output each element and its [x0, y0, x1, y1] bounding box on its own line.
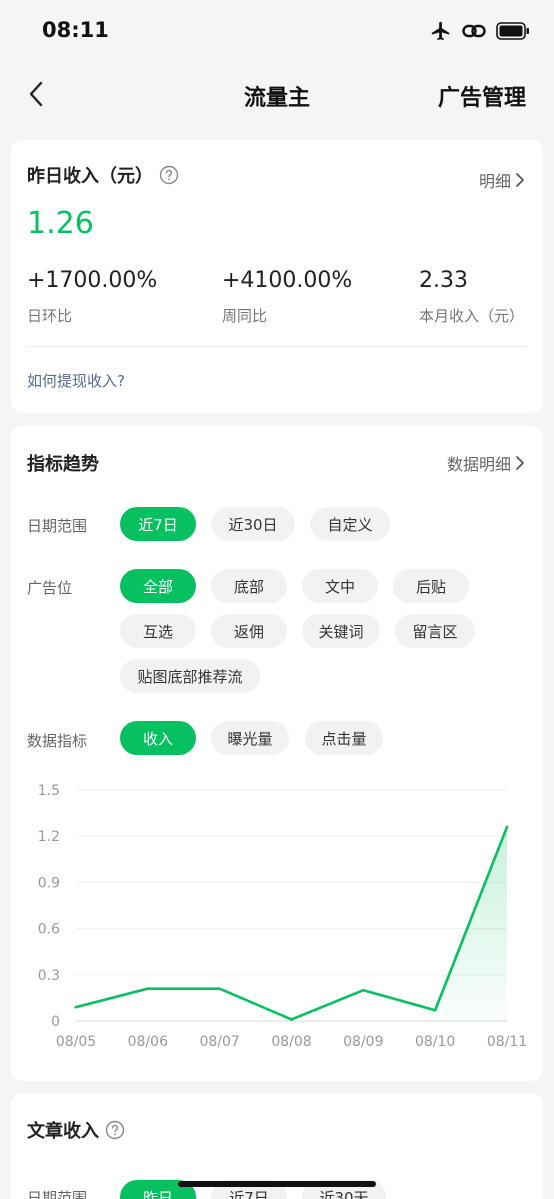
- stat-value: +1700.00%: [27, 268, 158, 293]
- stat-month-income: 2.33 本月收入（元）: [419, 268, 524, 326]
- data-point: [290, 1018, 293, 1021]
- data-point: [74, 1005, 78, 1009]
- trend-detail-label: 数据明细: [446, 455, 511, 474]
- metric-chip-income[interactable]: 收入: [120, 721, 196, 755]
- ad-chip-rebate[interactable]: 返佣: [211, 614, 287, 648]
- x-tick-label: 08/11: [487, 1034, 527, 1050]
- ad-chip-mutual-select[interactable]: 互选: [120, 614, 196, 648]
- home-indicator: [178, 1181, 376, 1187]
- x-tick-label: 08/06: [128, 1034, 168, 1050]
- date-chip-7d[interactable]: 近7日: [120, 507, 196, 541]
- stat-label: 周同比: [222, 307, 268, 325]
- ad-chip-keyword[interactable]: 关键词: [302, 614, 380, 648]
- battery-icon: [496, 22, 530, 44]
- stat-week-over-week: +4100.00% 周同比: [222, 268, 352, 326]
- help-icon[interactable]: [159, 165, 179, 190]
- ad-management-link[interactable]: 广告管理: [438, 80, 526, 112]
- y-tick-label: 1.5: [38, 783, 60, 799]
- trend-card: 指标趋势 数据明细 日期范围 近7日 近30日 自定义 广告位 全部 底部 文中…: [11, 426, 543, 1081]
- metric-chip-clicks[interactable]: 点击量: [305, 721, 383, 755]
- income-detail-link[interactable]: 明细: [479, 168, 525, 192]
- stat-label: 本月收入（元）: [419, 307, 525, 325]
- data-point: [218, 987, 221, 990]
- x-tick-label: 08/10: [415, 1034, 455, 1050]
- income-series-line: [74, 825, 509, 1021]
- trend-detail-link[interactable]: 数据明细: [447, 451, 525, 475]
- x-tick-label: 08/09: [343, 1034, 383, 1050]
- metric-chip-impressions[interactable]: 曝光量: [211, 721, 289, 755]
- stat-value: +4100.00%: [222, 268, 353, 293]
- chart-svg: 0 0.3 0.6 0.9 1.2 1.5 08/05 08/06 08/07 08/08 08/0…: [38, 783, 527, 1050]
- y-tick-label: 1.2: [38, 829, 60, 845]
- ad-chip-bottom[interactable]: 底部: [211, 569, 287, 603]
- stat-label: 日环比: [27, 307, 73, 325]
- nav-bar: 流量主 广告管理: [0, 66, 554, 124]
- status-icons: [430, 20, 530, 46]
- chevron-right-icon: [516, 173, 524, 187]
- article-date-range-label: 日期范围: [27, 1189, 88, 1199]
- data-point: [146, 987, 150, 990]
- metric-label: 数据指标: [27, 732, 88, 750]
- y-tick-label: 0: [51, 1014, 60, 1030]
- x-tick-label: 08/05: [56, 1034, 96, 1050]
- help-icon[interactable]: [105, 1120, 125, 1145]
- article-title-row: 文章收入: [27, 1117, 125, 1145]
- income-card: 昨日收入（元） 明细 1.26 +1700.00% 日环比 +4100.00% …: [11, 140, 543, 413]
- income-trend-chart: 0 0.3 0.6 0.9 1.2 1.5 08/05 08/06 08/07 08/08 08/0…: [11, 766, 543, 1066]
- income-detail-label: 明细: [478, 172, 511, 191]
- ad-chip-comment-area[interactable]: 留言区: [395, 614, 475, 648]
- y-tick-label: 0.6: [38, 922, 60, 938]
- ad-position-label: 广告位: [27, 579, 73, 597]
- date-chip-30d[interactable]: 近30日: [211, 507, 295, 541]
- date-chip-custom[interactable]: 自定义: [310, 507, 390, 541]
- airplane-icon: [430, 20, 452, 46]
- ad-chip-image-feed[interactable]: 贴图底部推荐流: [120, 659, 260, 693]
- x-tick-label: 08/08: [271, 1034, 311, 1050]
- screen: 08:11 流量主 广告管理 昨日收入（元） 明细 1.26 +1700.00%…: [0, 0, 554, 1199]
- data-point: [362, 988, 365, 992]
- date-range-label: 日期范围: [27, 517, 88, 535]
- ad-chip-all[interactable]: 全部: [120, 569, 196, 603]
- income-title-row: 昨日收入（元）: [27, 162, 179, 190]
- chevron-right-icon: [516, 456, 524, 470]
- x-tick-label: 08/07: [199, 1034, 239, 1050]
- y-tick-label: 0.3: [38, 968, 60, 984]
- ad-chip-in-article[interactable]: 文中: [302, 569, 378, 603]
- stat-day-over-day: +1700.00% 日环比: [27, 268, 157, 326]
- status-bar: 08:11: [0, 0, 554, 66]
- divider: [27, 346, 527, 347]
- yesterday-income-value: 1.26: [27, 206, 94, 241]
- status-time: 08:11: [42, 18, 109, 42]
- withdraw-help-link[interactable]: 如何提现收入?: [27, 370, 125, 391]
- data-point: [433, 1008, 437, 1012]
- ad-chip-post-roll[interactable]: 后贴: [393, 569, 469, 603]
- data-point: [505, 825, 509, 829]
- link-icon: [462, 20, 486, 46]
- article-title: 文章收入: [27, 1121, 99, 1142]
- y-tick-label: 0.9: [38, 875, 60, 891]
- income-title: 昨日收入（元）: [27, 166, 153, 187]
- trend-title: 指标趋势: [27, 454, 99, 475]
- stat-value: 2.33: [419, 268, 468, 293]
